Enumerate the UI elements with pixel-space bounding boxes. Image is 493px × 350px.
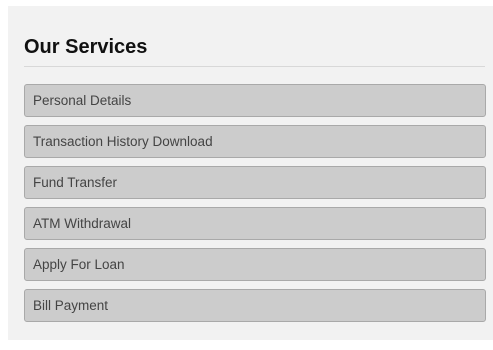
- service-label: Transaction History Download: [33, 134, 213, 149]
- service-item-fund-transfer[interactable]: Fund Transfer: [24, 166, 486, 199]
- section-title: Our Services: [24, 36, 148, 58]
- service-label: Fund Transfer: [33, 175, 118, 190]
- services-list: Personal Details Transaction History Dow…: [24, 84, 486, 330]
- service-item-atm-withdrawal[interactable]: ATM Withdrawal: [24, 207, 486, 240]
- service-label: Apply For Loan: [33, 257, 125, 272]
- service-item-bill-payment[interactable]: Bill Payment: [24, 289, 486, 322]
- service-label: Personal Details: [33, 93, 132, 108]
- service-item-personal-details[interactable]: Personal Details: [24, 84, 486, 117]
- title-divider: [24, 66, 485, 67]
- service-item-transaction-history-download[interactable]: Transaction History Download: [24, 125, 486, 158]
- services-panel: Our Services Personal Details Transactio…: [8, 6, 493, 340]
- service-label: Bill Payment: [33, 298, 109, 313]
- service-label: ATM Withdrawal: [33, 216, 132, 231]
- service-item-apply-for-loan[interactable]: Apply For Loan: [24, 248, 486, 281]
